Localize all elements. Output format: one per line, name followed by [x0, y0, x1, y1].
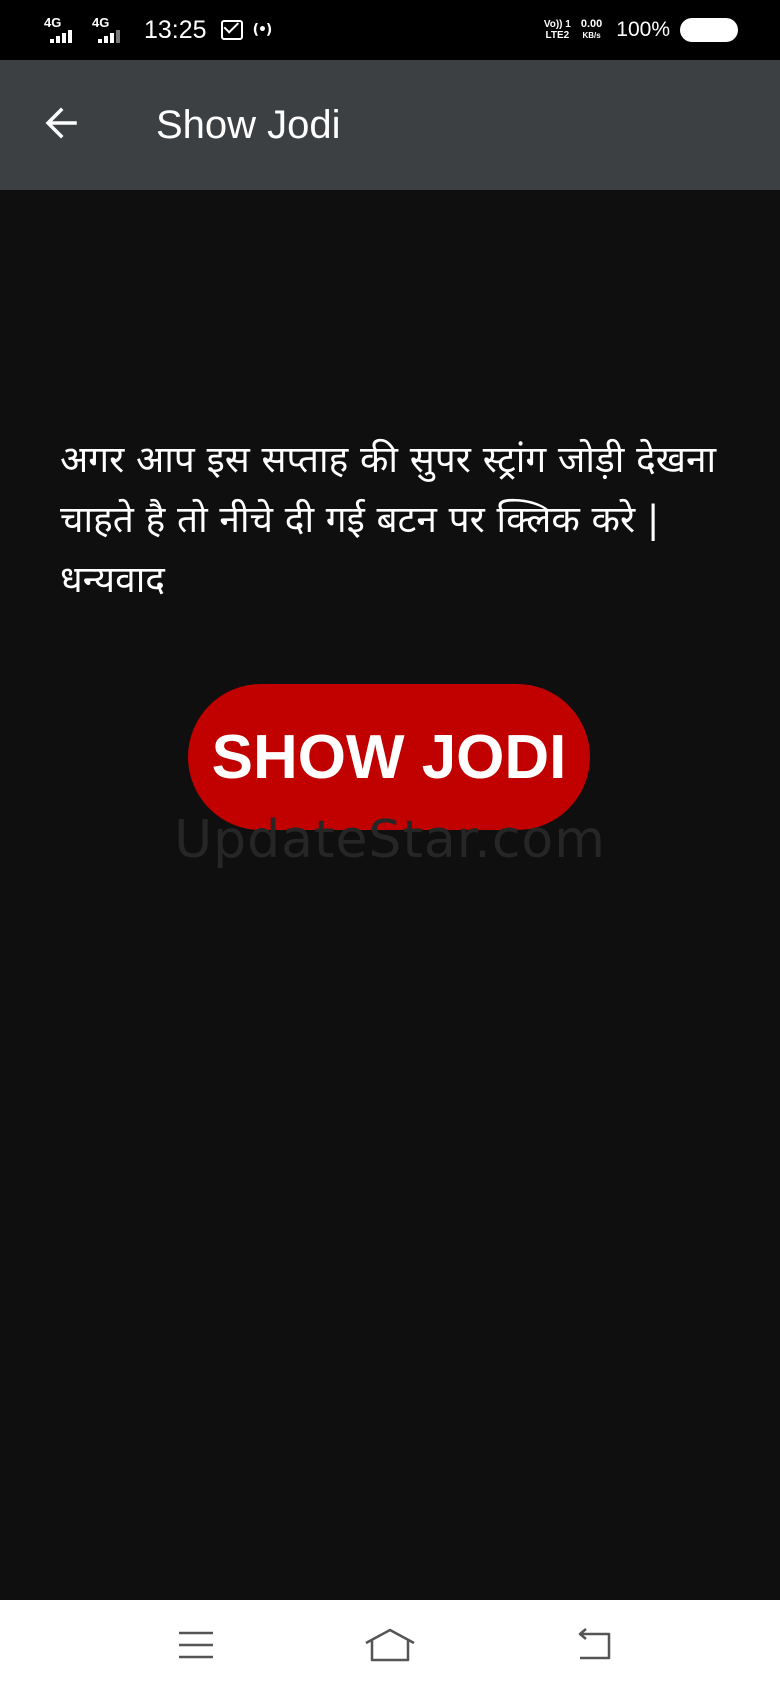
back-button[interactable] [36, 98, 86, 148]
navigation-bar [0, 1600, 780, 1690]
status-left: 4G 4G 13:25 (•) [44, 0, 281, 60]
signal-icon-sim2: 4G [92, 15, 132, 45]
battery-percentage: 100% [616, 18, 670, 41]
nav-home-button[interactable] [360, 1620, 420, 1670]
home-icon [365, 1628, 415, 1662]
network-type-sim1: 4G [44, 15, 62, 30]
hotspot-icon: (•) [252, 22, 273, 38]
status-right: Vo)) 1 LTE2 0.00 KB/s 100% [544, 0, 738, 60]
mail-icon [220, 20, 243, 40]
status-bar: 4G 4G 13:25 (•) Vo)) 1 LTE2 0.00 KB/s 10… [0, 0, 780, 60]
menu-icon [179, 1631, 213, 1659]
nav-menu-button[interactable] [166, 1620, 226, 1670]
instruction-message: अगर आप इस सप्ताह की सुपर स्ट्रांग जोड़ी … [60, 438, 717, 601]
nav-back-button[interactable] [564, 1620, 624, 1670]
arrow-left-icon [45, 107, 77, 139]
network-type-sim2: 4G [92, 15, 110, 30]
watermark-text: UpdateStar.com [174, 810, 606, 870]
signal-icon-sim1: 4G [44, 15, 84, 45]
battery-icon [680, 18, 738, 42]
network-speed: 0.00 KB/s [580, 18, 603, 41]
app-bar: Show Jodi [0, 60, 780, 190]
back-icon [578, 1628, 611, 1660]
screen: 4G 4G 13:25 (•) Vo)) 1 LTE2 0.00 KB/s 10… [0, 0, 780, 1690]
show-jodi-button[interactable]: SHOW JODI [188, 684, 590, 830]
volte-indicator: Vo)) 1 LTE2 [543, 19, 571, 41]
status-time: 13:25 [144, 15, 207, 44]
page-title: Show Jodi [156, 103, 341, 147]
